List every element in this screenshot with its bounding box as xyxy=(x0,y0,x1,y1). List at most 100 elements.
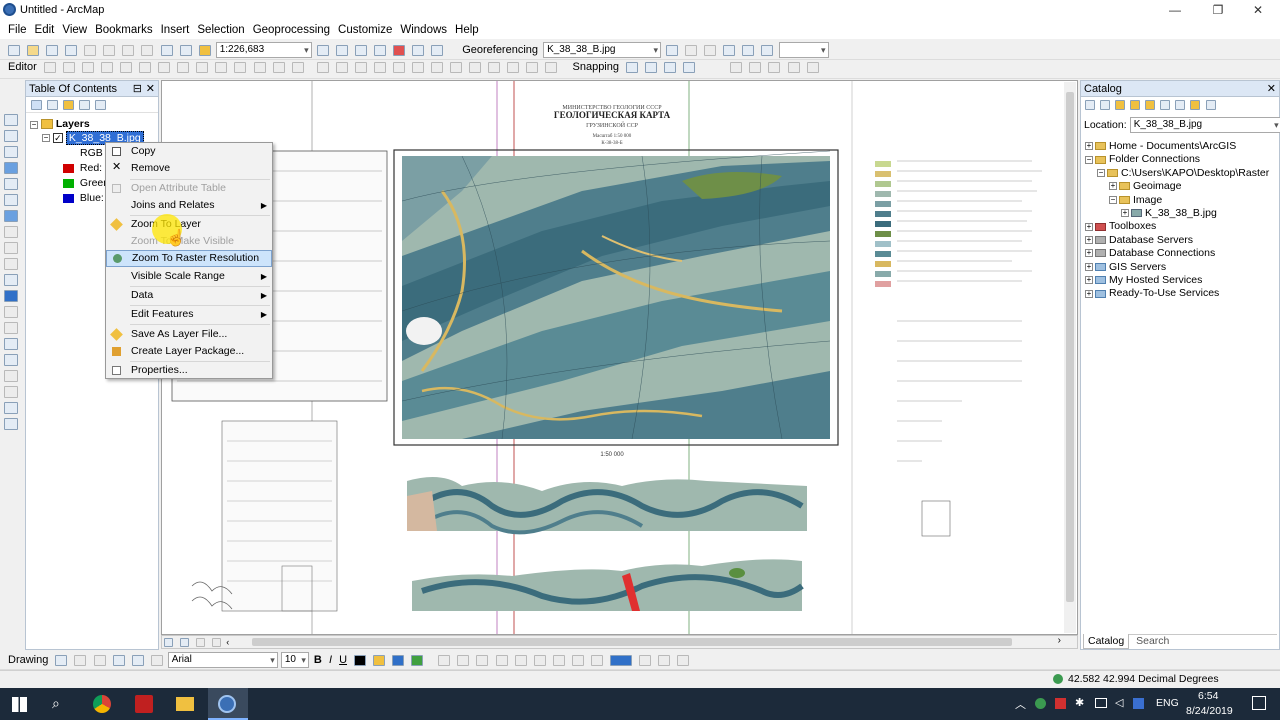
tray-icon-2[interactable] xyxy=(1055,698,1066,709)
straight-segment-icon[interactable] xyxy=(81,61,94,73)
minimize-button[interactable]: — xyxy=(1155,0,1195,20)
map-vertical-scrollbar[interactable] xyxy=(1064,82,1076,633)
new-document-icon[interactable] xyxy=(8,44,20,56)
snap-edge-icon[interactable] xyxy=(683,61,696,73)
edit-annotation-icon[interactable] xyxy=(62,61,75,73)
menu-customize[interactable]: Customize xyxy=(338,24,392,36)
rotation-input[interactable] xyxy=(778,42,829,58)
catalog-close-button[interactable]: ✕ xyxy=(1267,81,1276,97)
menu-file[interactable]: File xyxy=(8,24,27,36)
menu-item-copy[interactable]: Copy xyxy=(106,143,272,160)
trace-icon[interactable] xyxy=(120,61,133,73)
hyperlink-icon[interactable] xyxy=(4,306,18,318)
align-icon[interactable] xyxy=(526,61,539,73)
back-extent-icon[interactable] xyxy=(4,210,18,222)
show-shared-icon[interactable] xyxy=(392,61,405,73)
image-swipe-icon[interactable] xyxy=(533,654,546,666)
data-view-icon[interactable] xyxy=(164,637,173,647)
text-icon[interactable] xyxy=(131,654,144,666)
add-data-icon[interactable] xyxy=(198,44,211,56)
tree-item[interactable]: − C:\Users\KAPO\Desktop\Raster xyxy=(1085,167,1269,180)
validate-extent-icon[interactable] xyxy=(431,61,444,73)
layout-view-icon[interactable] xyxy=(180,637,190,647)
topology-icon[interactable] xyxy=(316,61,329,73)
edit-vertices-draw-icon[interactable] xyxy=(150,654,163,666)
select-elements-icon[interactable] xyxy=(4,274,18,286)
clock-date[interactable]: 8/24/2019 xyxy=(1186,705,1233,717)
scroll-left-icon[interactable]: ‹ xyxy=(226,637,229,647)
scroll-right-icon[interactable]: › xyxy=(1058,635,1061,646)
input-language[interactable]: ENG xyxy=(1156,697,1179,709)
paste-icon[interactable] xyxy=(122,44,135,56)
disconnect-folder-icon[interactable] xyxy=(1160,100,1171,111)
reshape-icon[interactable] xyxy=(177,61,190,73)
windows-start-icon[interactable] xyxy=(12,697,27,712)
catalog-window-icon[interactable] xyxy=(354,44,367,56)
create-features-icon[interactable] xyxy=(291,61,304,73)
list-by-source-icon[interactable] xyxy=(47,100,59,111)
menu-item-create-layer-package[interactable]: Create Layer Package... xyxy=(106,343,272,360)
vertical-scrollbar-thumb[interactable] xyxy=(1066,92,1074,602)
effects-layer-icon[interactable] xyxy=(658,654,671,666)
update-georef-icon[interactable] xyxy=(761,44,774,56)
save-icon[interactable] xyxy=(46,44,59,56)
map-topology-icon[interactable] xyxy=(335,61,348,73)
font-color-icon[interactable] xyxy=(354,654,367,666)
tray-icon-1[interactable] xyxy=(1035,698,1046,709)
tab-catalog[interactable]: Catalog xyxy=(1083,634,1130,649)
toc-close-button[interactable]: ✕ xyxy=(146,81,155,97)
fill-color-icon[interactable] xyxy=(373,654,386,666)
chrome-icon[interactable] xyxy=(93,695,111,713)
tray-icon-3[interactable] xyxy=(1133,698,1144,709)
redo-icon[interactable] xyxy=(179,44,192,56)
menu-geoprocessing[interactable]: Geoprocessing xyxy=(253,24,330,36)
file-explorer-icon[interactable] xyxy=(176,697,194,711)
tree-item[interactable]: + Geoimage xyxy=(1085,180,1269,193)
views-icon[interactable] xyxy=(1175,100,1186,111)
page-select-icon[interactable] xyxy=(768,61,781,73)
image-mosaic-icon[interactable] xyxy=(590,654,603,666)
undo-icon[interactable] xyxy=(160,44,173,56)
fixed-zoom-out-icon[interactable] xyxy=(4,194,18,206)
select-element-icon[interactable] xyxy=(55,654,68,666)
menu-item-zoom-to-raster-resolution[interactable]: Zoom To Raster Resolution xyxy=(106,250,272,267)
python-window-icon[interactable] xyxy=(412,44,425,56)
shared-features-icon[interactable] xyxy=(373,61,386,73)
show-hidden-icons[interactable]: ︿ xyxy=(1015,696,1026,712)
split-icon[interactable] xyxy=(215,61,228,73)
forward-extent-icon[interactable] xyxy=(4,226,18,238)
marker-color-icon[interactable] xyxy=(411,654,424,666)
shift-icon[interactable] xyxy=(704,44,717,56)
identify-icon[interactable] xyxy=(4,290,18,302)
tree-item[interactable]: + Home - Documents\ArcGIS xyxy=(1085,140,1269,153)
georeferencing-layer-combo[interactable]: K_38_38_B.jpg xyxy=(543,42,662,58)
smooth-icon[interactable] xyxy=(507,61,520,73)
image-transparency-icon[interactable] xyxy=(514,654,527,666)
model-builder-icon[interactable] xyxy=(431,44,444,56)
layers-root[interactable]: − Layers xyxy=(30,118,144,132)
toc-pin-icon[interactable]: ⊟ xyxy=(133,81,142,97)
next-page-icon[interactable] xyxy=(730,61,743,73)
menu-item-save-as-layer-file[interactable]: Save As Layer File... xyxy=(106,326,272,343)
find-route-icon[interactable] xyxy=(4,370,18,382)
menu-item-zoom-to-layer[interactable]: Zoom To Layer xyxy=(106,216,272,233)
zoom-in-icon[interactable] xyxy=(4,114,18,126)
full-extent-icon[interactable] xyxy=(4,162,18,174)
tree-item[interactable]: − Image xyxy=(1085,194,1269,207)
italic-button[interactable]: I xyxy=(329,654,332,666)
menu-view[interactable]: View xyxy=(62,24,87,36)
menu-insert[interactable]: Insert xyxy=(161,24,190,36)
connect-folder-icon[interactable] xyxy=(1145,100,1156,111)
image-brightness-icon[interactable] xyxy=(495,654,508,666)
snap-vertex-icon[interactable] xyxy=(664,61,677,73)
list-by-selection-icon[interactable] xyxy=(79,100,91,111)
zoom-to-selected-icon[interactable] xyxy=(93,654,106,666)
map-horizontal-scrollbar[interactable]: ‹ › xyxy=(161,635,1078,649)
notifications-icon[interactable] xyxy=(1252,696,1266,710)
menu-bookmarks[interactable]: Bookmarks xyxy=(95,24,153,36)
forward-icon[interactable] xyxy=(1100,100,1111,111)
snapping-menu[interactable]: Snapping xyxy=(573,61,620,73)
editor-menu[interactable]: Editor xyxy=(8,61,37,73)
fix-topology-icon[interactable] xyxy=(450,61,463,73)
clock-time[interactable]: 6:54 xyxy=(1198,690,1218,702)
